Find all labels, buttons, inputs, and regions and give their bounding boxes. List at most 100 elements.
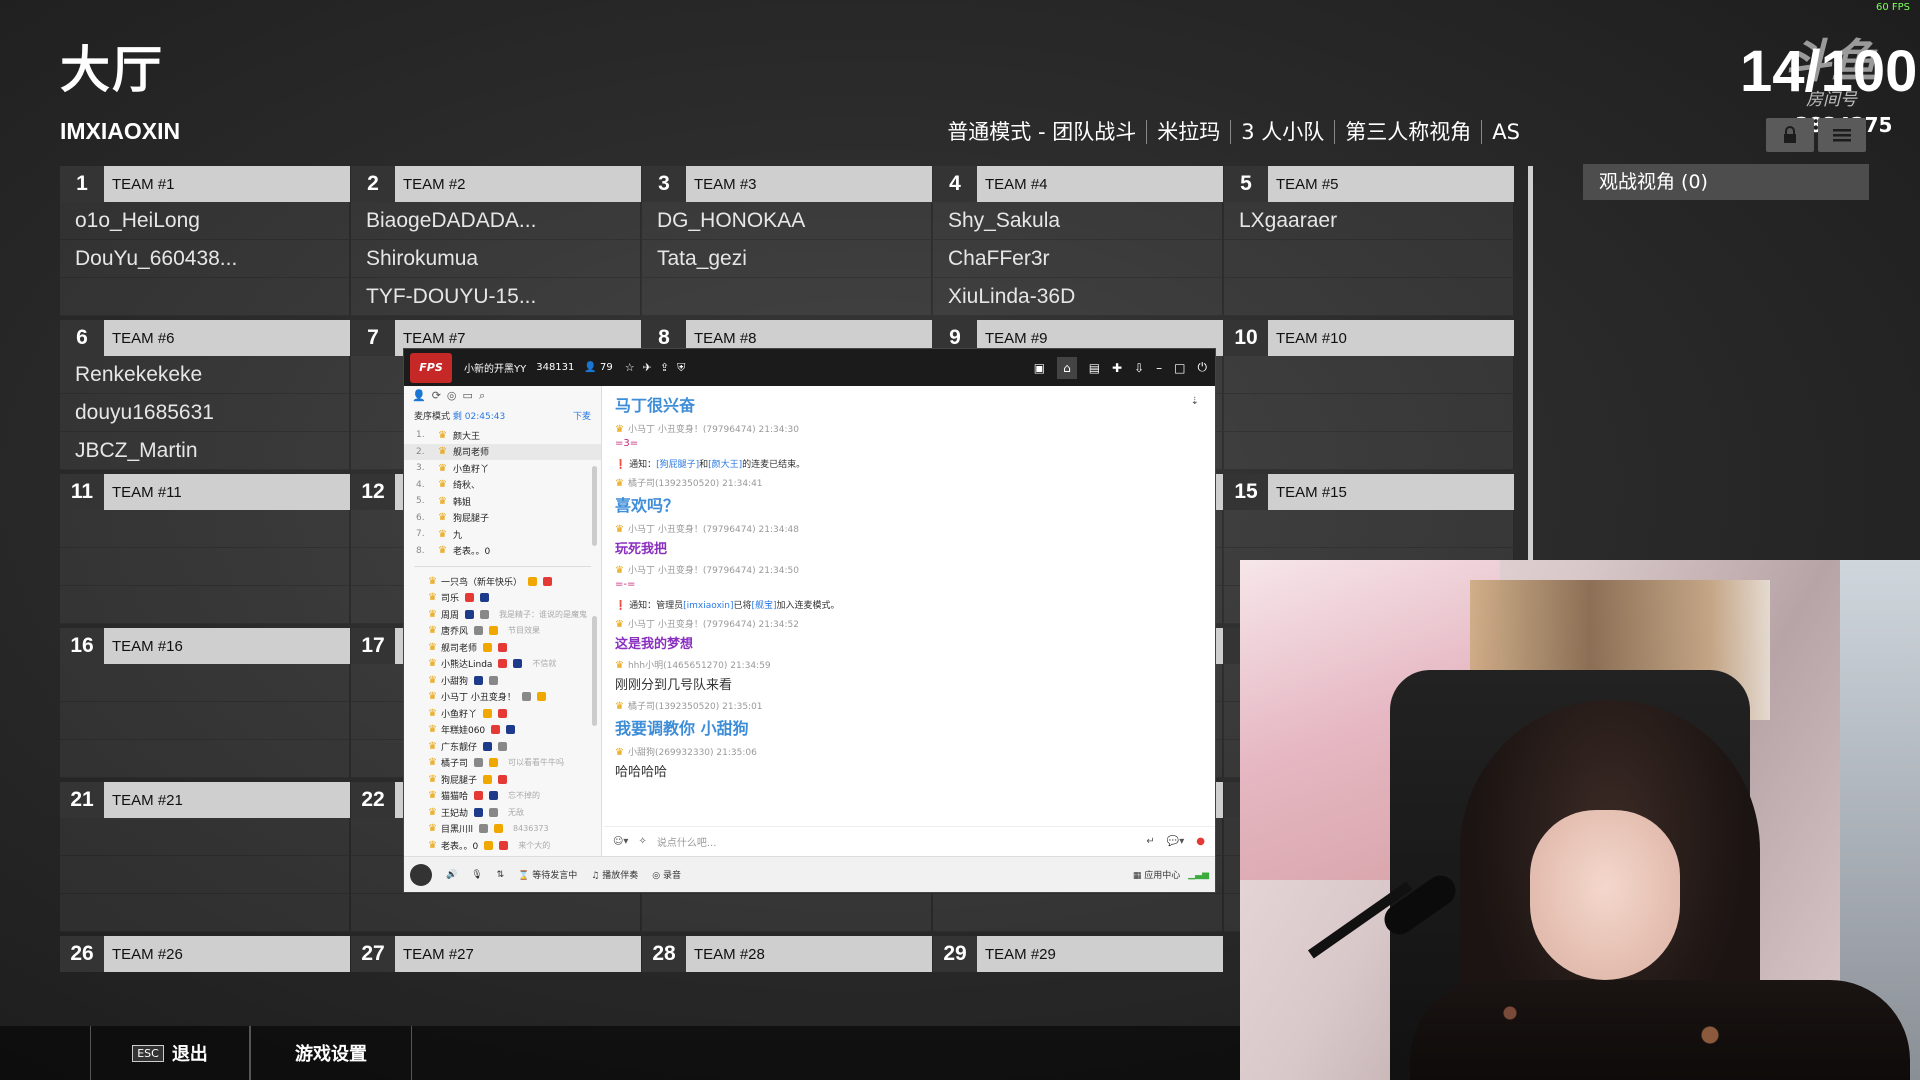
chat-sender[interactable]: 橘子司(1392350520) 21:35:01 (628, 702, 763, 712)
team-card[interactable]: 4 TEAM #4 Shy_Sakula ChaFFer3r XiuLinda-36D (933, 166, 1223, 316)
board-icon[interactable]: ▤ (1089, 361, 1100, 375)
notice-a[interactable]: [狗屁腿子] (656, 460, 699, 470)
player-slot[interactable]: Shy_Sakula (933, 202, 1223, 240)
user-list-scrollbar[interactable] (592, 616, 597, 726)
mic-queue-item[interactable]: 4. ♛ 绮秋、 (404, 477, 601, 494)
player-slot[interactable]: douyu1685631 (60, 394, 350, 432)
team-header[interactable]: 5 TEAM #5 (1224, 166, 1514, 202)
team-card[interactable]: 10 TEAM #10 (1224, 320, 1514, 470)
maximize-icon[interactable]: □ (1174, 361, 1185, 375)
player-slot[interactable] (60, 818, 350, 856)
record-button[interactable]: ◎ 录音 (652, 868, 681, 881)
player-slot[interactable] (60, 894, 350, 932)
mic-icon[interactable]: 🎙 (471, 870, 482, 880)
shield-icon[interactable]: ⛨ (677, 361, 685, 375)
team-header[interactable]: 27 TEAM #27 (351, 936, 641, 972)
chat-input-bar[interactable]: ☺▾ ✧ 说点什么吧... ↵ 💬▾ ● (603, 826, 1215, 856)
mic-queue-item[interactable]: 1. ♛ 颜大王 (404, 427, 601, 444)
player-slot[interactable] (642, 894, 932, 932)
user-list-item[interactable]: ♛ 目黑川ll 8436373 (404, 821, 601, 838)
team-header[interactable]: 15 TEAM #15 (1224, 474, 1514, 510)
player-slot[interactable]: XiuLinda-36D (933, 278, 1223, 316)
player-slot[interactable] (933, 894, 1223, 932)
team-header[interactable]: 29 TEAM #29 (933, 936, 1223, 972)
download-icon[interactable]: ⇩ (1134, 361, 1144, 375)
player-slot[interactable]: ChaFFer3r (933, 240, 1223, 278)
team-card[interactable]: 11 TEAM #11 (60, 474, 350, 624)
player-slot[interactable]: o1o_HeiLong (60, 202, 350, 240)
player-slot[interactable] (60, 664, 350, 702)
equalizer-icon[interactable]: ⇅ (497, 870, 505, 880)
magic-icon[interactable]: ✧ (638, 836, 646, 847)
menu-button[interactable] (1818, 118, 1866, 152)
team-card[interactable]: 1 TEAM #1 o1o_HeiLong DouYu_660438... (60, 166, 350, 316)
mic-queue-item[interactable]: 5. ♛ 韩姐 (404, 493, 601, 510)
team-header[interactable]: 26 TEAM #26 (60, 936, 350, 972)
video-icon[interactable]: ▣ (1034, 361, 1045, 375)
player-slot[interactable] (1224, 510, 1514, 548)
player-slot[interactable]: TYF-DOUYU-15... (351, 278, 641, 316)
user-list-item[interactable]: ♛ 一只鸟（新年快乐） (404, 573, 601, 590)
search-icon[interactable]: ⌕ (479, 389, 485, 402)
player-slot[interactable]: DG_HONOKAA (642, 202, 932, 240)
refresh-icon[interactable]: ⟳ (432, 389, 441, 402)
user-icon[interactable]: 👤 (412, 389, 426, 402)
player-slot[interactable] (1224, 394, 1514, 432)
mic-queue-item[interactable]: 2. ♛ 舰司老师 (404, 443, 601, 460)
team-card[interactable]: 29 TEAM #29 (933, 936, 1223, 972)
chat-sender[interactable]: 小马丁 小丑变身！(79796474) 21:34:52 (628, 620, 799, 630)
user-list-item[interactable]: ♛ 司乐 (404, 590, 601, 607)
exit-button[interactable]: ESC 退出 (90, 1026, 250, 1080)
home-icon[interactable]: ⌂ (1057, 356, 1077, 379)
player-slot[interactable]: DouYu_660438... (60, 240, 350, 278)
game-settings-button[interactable]: 游戏设置 (250, 1026, 412, 1080)
user-list-item[interactable]: ♛ 狗屁腿子 (404, 771, 601, 788)
note-icon[interactable]: ▭ (463, 389, 473, 402)
mic-queue-item[interactable]: 8. ♛ 老表。。0 (404, 543, 601, 560)
lock-button[interactable] (1766, 118, 1814, 152)
player-slot[interactable]: Shirokumua (351, 240, 641, 278)
user-list-item[interactable]: ♛ 周周 我是精子：谁说的是魔鬼 (404, 606, 601, 623)
player-slot[interactable] (60, 510, 350, 548)
team-card[interactable]: 2 TEAM #2 BiaogeDADADA... Shirokumua TYF-DOU… (351, 166, 641, 316)
star-icon[interactable]: ☆ (625, 361, 635, 375)
team-card[interactable]: 26 TEAM #26 (60, 936, 350, 972)
minimize-icon[interactable]: – (1156, 361, 1162, 375)
mic-list-scrollbar[interactable] (592, 466, 597, 546)
power-icon[interactable]: ⏻ (1198, 360, 1208, 375)
send-icon[interactable]: ↵ (1146, 836, 1154, 847)
team-card[interactable]: 16 TEAM #16 (60, 628, 350, 778)
avatar[interactable] (410, 863, 432, 886)
chat-sender[interactable]: 小马丁 小丑变身！(79796474) 21:34:48 (628, 525, 799, 535)
chat-sender[interactable]: 小马丁 小丑变身！(79796474) 21:34:30 (628, 425, 799, 435)
chat-sender[interactable]: hhh小明(1465651270) 21:34:59 (628, 661, 771, 671)
location-icon[interactable]: ◎ (447, 389, 457, 402)
spectator-slot[interactable]: 观战视角 (0) (1583, 164, 1869, 200)
player-slot[interactable] (351, 894, 641, 932)
team-card[interactable]: 3 TEAM #3 DG_HONOKAA Tata_gezi (642, 166, 932, 316)
gamepad-icon[interactable]: ✚ (1112, 361, 1122, 375)
team-card[interactable]: 6 TEAM #6 Renkekekeke douyu1685631 JBCZ_Mart… (60, 320, 350, 470)
team-card[interactable]: 5 TEAM #5 LXgaaraer (1224, 166, 1514, 316)
player-slot[interactable] (60, 586, 350, 624)
player-slot[interactable] (1224, 240, 1514, 278)
team-header[interactable]: 3 TEAM #3 (642, 166, 932, 202)
share-icon[interactable]: ⇪ (660, 361, 669, 375)
app-center-button[interactable]: ▦ 应用中心 (1133, 868, 1180, 881)
team-card[interactable]: 27 TEAM #27 (351, 936, 641, 972)
chat-bubble-icon[interactable]: 💬▾ (1167, 836, 1184, 847)
team-header[interactable]: 16 TEAM #16 (60, 628, 350, 664)
player-slot[interactable] (60, 856, 350, 894)
mic-queue-item[interactable]: 7. ♛ 九 (404, 526, 601, 543)
yy-titlebar[interactable]: FPS 小新的开黑YY 348131 👤 79 ☆ ✈ ⇪ ⛨ ▣ ⌂ ▤ ✚ … (404, 349, 1215, 386)
user-list-item[interactable]: ♛ 小甜狗 (404, 672, 601, 689)
mic-queue-item[interactable]: 6. ♛ 狗屁腿子 (404, 510, 601, 527)
team-header[interactable]: 4 TEAM #4 (933, 166, 1223, 202)
notice-b[interactable]: [颜大王] (708, 460, 742, 470)
player-slot[interactable] (642, 278, 932, 316)
team-header[interactable]: 11 TEAM #11 (60, 474, 350, 510)
chat-input[interactable]: 说点什么吧... (657, 834, 717, 849)
user-list-item[interactable]: ♛ 年糕娃060 (404, 722, 601, 739)
gift-icon[interactable]: ● (1196, 836, 1205, 847)
music-button[interactable]: ♫ 播放伴奏 (591, 868, 638, 881)
